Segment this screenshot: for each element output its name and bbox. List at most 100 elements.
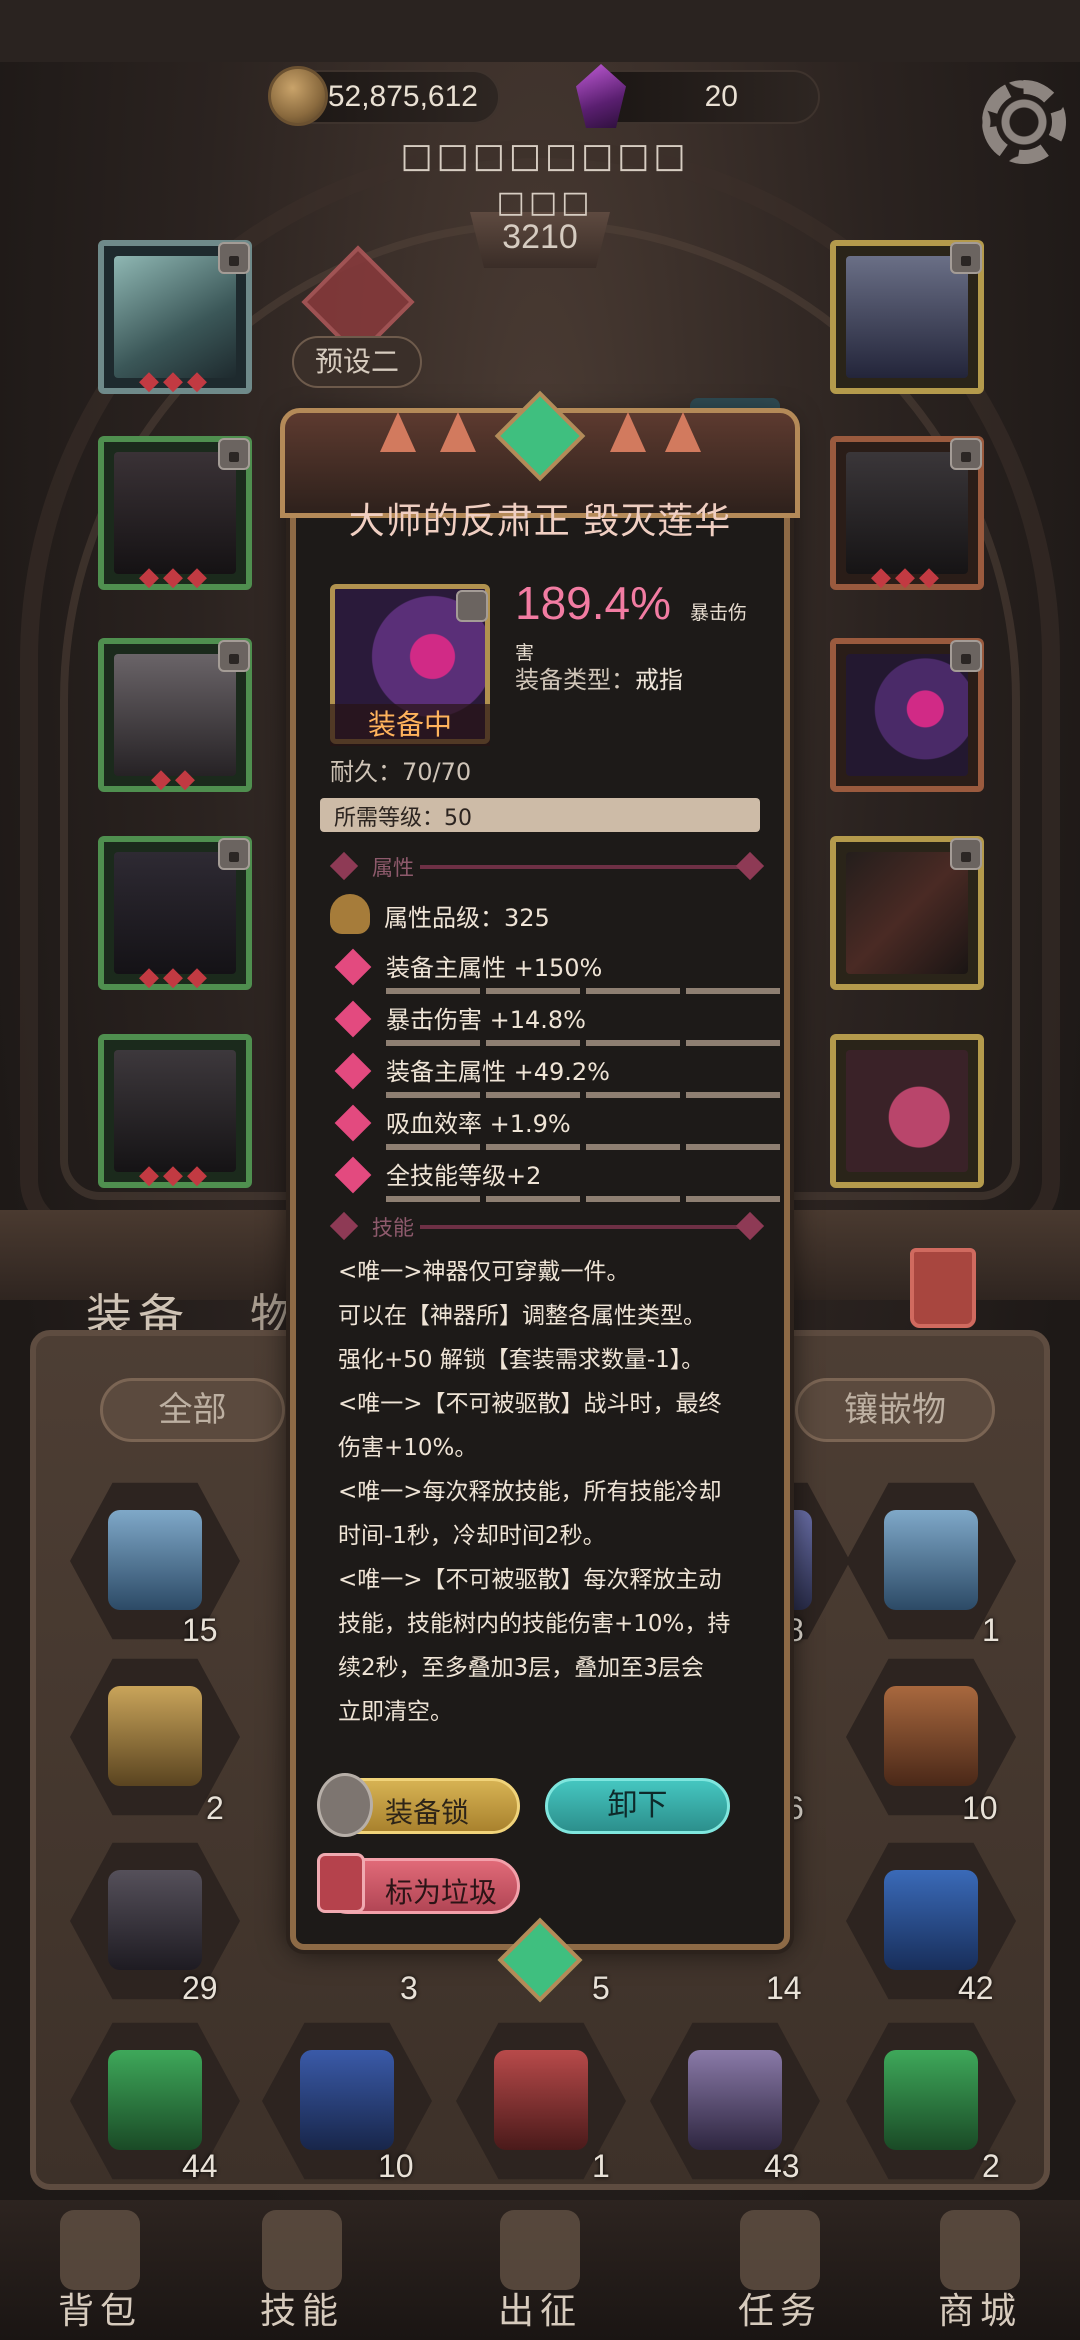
stat-row: 装备主属性 +49.2% — [334, 1052, 780, 1104]
skill-line: <唯一>每次释放技能，所有技能冷却 — [338, 1479, 722, 1505]
nav-label: 技能 — [259, 2291, 344, 2332]
skill-line: 技能，技能树内的技能伤害+10%，持 — [338, 1611, 731, 1637]
stat-text: 暴击伤害 +14.8% — [386, 1006, 586, 1034]
nav-label: 背包 — [57, 2291, 142, 2332]
equipment-lock-button[interactable]: 装备锁 — [317, 1773, 520, 1837]
frame-spike — [440, 412, 476, 452]
stat-quality-bar — [386, 1092, 780, 1098]
socket-gems: ◆◆◆ — [139, 366, 211, 396]
gold-counter[interactable]: 52,875,612 — [268, 66, 500, 126]
crown-icon — [330, 894, 370, 934]
coin-icon — [268, 66, 328, 126]
attribute-grade-text: 属性品级：325 — [384, 904, 550, 932]
nav-label: 出征 — [497, 2291, 582, 2332]
skill-description: <唯一>神器仅可穿戴一件。 可以在【神器所】调整各属性类型。 强化+50 解锁【… — [338, 1250, 768, 1734]
filter-all-button[interactable]: 全部 — [100, 1378, 285, 1442]
stat-star-icon — [334, 948, 372, 986]
blue-ore-icon — [300, 2050, 394, 2150]
equip-slot-boots[interactable]: ◆◆◆ — [98, 1034, 252, 1190]
gem-counter[interactable]: 20 — [576, 64, 820, 128]
filter-inlay-button[interactable]: 镶嵌物 — [795, 1378, 995, 1442]
armor-icon — [114, 452, 236, 574]
gear-icon[interactable] — [982, 80, 1066, 164]
ring-icon — [846, 654, 968, 776]
gold-amount: 52,875,612 — [327, 80, 478, 113]
stat-quality-bar — [386, 988, 780, 994]
equipment-type-label: 装备类型： — [515, 666, 635, 694]
item-count: 10 — [378, 2148, 414, 2184]
nav-shop[interactable]: 商城 — [900, 2200, 1060, 2340]
item-count: 2 — [206, 1790, 224, 1826]
stat-text: 装备主属性 +49.2% — [386, 1058, 610, 1086]
item-count: 42 — [958, 1970, 994, 2006]
stat-row: 吸血效率 +1.9% — [334, 1104, 780, 1156]
equip-slot-gloves[interactable]: ◆◆ — [98, 638, 252, 794]
item-count: 3 — [400, 1970, 418, 2006]
skill-line: <唯一>【不可被驱散】每次释放主动 — [338, 1567, 722, 1593]
skills-section-header: 技能 — [329, 1211, 765, 1242]
lock-icon — [218, 838, 250, 870]
stat-row: 暴击伤害 +14.8% — [334, 1000, 780, 1052]
equip-slot-helmet[interactable]: ◆◆◆ — [98, 240, 252, 396]
status-bar — [0, 0, 1080, 62]
lock-icon — [950, 640, 982, 672]
crit-damage-value: 189.4% — [515, 577, 672, 629]
weapon-icon — [846, 852, 968, 974]
item-count: 44 — [182, 2148, 218, 2184]
nav-skills[interactable]: 技能 — [222, 2200, 382, 2340]
mystery-crystal-icon — [108, 1510, 202, 1610]
item-count: 43 — [764, 2148, 800, 2184]
skill-line: 续2秒，至多叠加3层，叠加至3层会 — [338, 1655, 704, 1681]
crown-icon — [940, 2210, 1020, 2290]
equip-slot-armor[interactable]: ◆◆◆ — [98, 436, 252, 592]
mark-as-junk-button[interactable]: 标为垃圾 — [317, 1853, 520, 1914]
nav-expedition[interactable]: 出征 — [460, 2200, 620, 2340]
nav-label: 任务 — [737, 2291, 822, 2332]
equip-slot-belt[interactable]: ◆◆◆ — [830, 436, 984, 592]
blue-ore-icon — [884, 1870, 978, 1970]
diamond-icon — [735, 1211, 765, 1241]
nav-quests[interactable]: 任务 — [700, 2200, 860, 2340]
skill-line: 可以在【神器所】调整各属性类型。 — [338, 1303, 706, 1329]
mystery-crystal-icon — [884, 1510, 978, 1610]
socket-gems: ◆◆◆ — [139, 1160, 211, 1190]
power-value: 3210 — [502, 218, 578, 256]
item-count: 1 — [592, 2148, 610, 2184]
gloves-icon — [114, 654, 236, 776]
stat-quality-bar — [386, 1040, 780, 1046]
item-title: 大师的反肃正 毁灭莲华 — [348, 501, 732, 542]
durability: 耐久：70/70 — [330, 758, 472, 786]
equipped-status: 装备中 — [330, 704, 490, 746]
unequip-button[interactable]: 卸下 — [545, 1778, 730, 1834]
diamond-icon — [329, 1211, 359, 1241]
lock-icon — [218, 242, 250, 274]
character-subtitle: □□□ — [496, 185, 594, 220]
stat-star-icon — [334, 1156, 372, 1194]
equip-slot-necklace[interactable] — [830, 240, 984, 394]
item-count: 15 — [182, 1612, 218, 1648]
socket-gems: ◆◆◆ — [139, 962, 211, 992]
stat-quality-bar — [386, 1144, 780, 1150]
equip-slot-ring[interactable] — [830, 638, 984, 792]
equipment-type: 装备类型：戒指 — [515, 660, 683, 695]
diamond-icon — [735, 851, 765, 881]
stat-star-icon — [334, 1000, 372, 1038]
map-icon — [500, 2210, 580, 2290]
skill-line: <唯一>【不可被驱散】战斗时，最终 — [338, 1391, 722, 1417]
item-count: 2 — [982, 2148, 1000, 2184]
nav-bag[interactable]: 背包 — [20, 2200, 180, 2340]
trash-icon[interactable] — [910, 1248, 976, 1328]
socket-gems: ◆◆◆ — [871, 562, 943, 592]
lock-icon — [950, 242, 982, 274]
lock-icon — [218, 438, 250, 470]
frame-spike — [610, 412, 646, 452]
helmet-icon — [114, 256, 236, 378]
equip-slot-weapon[interactable] — [830, 836, 984, 990]
lock-icon — [950, 838, 982, 870]
equip-slot-offhand[interactable] — [830, 1034, 984, 1188]
section-title: 属性 — [372, 856, 414, 880]
lock-icon — [456, 590, 488, 622]
preset-button[interactable]: 预设二 — [292, 336, 422, 388]
equip-slot-pants[interactable]: ◆◆◆ — [98, 836, 252, 992]
skill-line: 时间-1秒，冷却时间2秒。 — [338, 1523, 606, 1549]
